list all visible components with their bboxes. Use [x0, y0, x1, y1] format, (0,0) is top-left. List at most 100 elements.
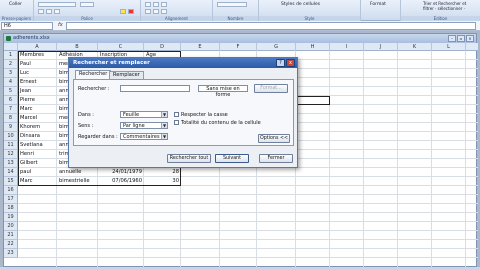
clipboard-group: Coller Presse-papiers [0, 0, 34, 21]
minimize-icon[interactable]: – [448, 35, 456, 42]
row-header-3[interactable]: 3 [4, 69, 18, 78]
row-header-13[interactable]: 13 [4, 159, 18, 168]
underline-icon[interactable] [54, 9, 60, 14]
row-header-4[interactable]: 4 [4, 78, 18, 87]
align-center-icon[interactable] [153, 9, 159, 14]
match-case-label: Respecter la casse [181, 112, 228, 118]
name-box[interactable]: H6 [1, 22, 53, 30]
column-header-m[interactable]: M [466, 43, 478, 51]
column-header-i[interactable]: I [330, 43, 364, 51]
format-button[interactable]: Format... [254, 84, 288, 93]
align-left-icon[interactable] [145, 9, 151, 14]
fill-color-icon[interactable] [120, 9, 126, 14]
row-header-11[interactable]: 11 [4, 141, 18, 150]
align-bottom-icon[interactable] [161, 2, 167, 7]
restore-icon[interactable]: ▫ [457, 35, 465, 42]
tab-find[interactable]: Rechercher [75, 70, 112, 79]
gridline [18, 248, 478, 249]
column-header-k[interactable]: K [398, 43, 432, 51]
close-button[interactable]: Fermer [259, 154, 293, 163]
match-case-checkbox[interactable] [174, 112, 179, 117]
chevron-down-icon[interactable]: ▼ [161, 112, 167, 117]
font-color-icon[interactable] [128, 9, 134, 14]
find-input[interactable] [120, 85, 190, 92]
row-header-15[interactable]: 15 [4, 177, 18, 186]
fx-icon[interactable]: fx [58, 22, 63, 28]
font-size-dropdown[interactable] [80, 2, 94, 7]
row-header-22[interactable]: 22 [4, 240, 18, 249]
editing-group: Trier et Rechercher et filtrer · sélecti… [401, 0, 480, 21]
row-header-1[interactable]: 1 [4, 51, 18, 60]
row-header-18[interactable]: 18 [4, 204, 18, 213]
column-header-c[interactable]: C [98, 43, 144, 51]
row-header-9[interactable]: 9 [4, 123, 18, 132]
column-header-l[interactable]: L [432, 43, 466, 51]
row-header-19[interactable]: 19 [4, 213, 18, 222]
lookin-select[interactable]: Commentaires ▼ [120, 133, 168, 140]
row-header-16[interactable]: 16 [4, 186, 18, 195]
column-header-a[interactable]: A [18, 43, 57, 51]
row-header-12[interactable]: 12 [4, 150, 18, 159]
find-next-button[interactable]: Suivant [215, 154, 249, 163]
alignment-group: Alignement [141, 0, 213, 21]
active-cell[interactable] [296, 96, 330, 105]
help-icon[interactable]: ? [276, 59, 285, 67]
find-select-button[interactable]: filtrer · sélectionner · [423, 6, 465, 11]
tab-replace[interactable]: Remplacer [109, 71, 144, 79]
gridline [18, 257, 478, 258]
align-right-icon[interactable] [161, 9, 167, 14]
formula-bar: H6 fx [0, 21, 480, 31]
close-icon[interactable]: × [466, 35, 474, 42]
row-header-20[interactable]: 20 [4, 222, 18, 231]
row-header-17[interactable]: 17 [4, 195, 18, 204]
row-header-2[interactable]: 2 [4, 60, 18, 69]
gridline [18, 221, 478, 222]
row-header-7[interactable]: 7 [4, 105, 18, 114]
gridline [18, 230, 478, 231]
gridline [397, 51, 398, 268]
match-entire-checkbox[interactable] [174, 120, 179, 125]
column-header-d[interactable]: D [144, 43, 181, 51]
chevron-down-icon[interactable]: ▼ [161, 123, 167, 128]
format-button[interactable]: Format [370, 2, 386, 7]
number-group: Nombre [213, 0, 259, 21]
italic-icon[interactable] [46, 9, 52, 14]
row-header-21[interactable]: 21 [4, 231, 18, 240]
align-middle-icon[interactable] [153, 2, 159, 7]
search-select[interactable]: Par ligne ▼ [120, 122, 168, 129]
column-header-e[interactable]: E [181, 43, 220, 51]
paste-button-label[interactable]: Coller [9, 2, 22, 7]
within-select[interactable]: Feuille ▼ [120, 111, 168, 118]
font-name-dropdown[interactable] [38, 2, 76, 7]
row-header-10[interactable]: 10 [4, 132, 18, 141]
match-entire-label: Totalité du contenu de la cellule [181, 120, 261, 126]
close-icon[interactable]: x [286, 59, 295, 67]
within-label: Dans : [78, 112, 94, 118]
row-header-5[interactable]: 5 [4, 87, 18, 96]
options-button[interactable]: Options << [258, 134, 290, 143]
column-header-b[interactable]: B [57, 43, 98, 51]
find-replace-dialog: Rechercher et remplacer ? x Rechercher R… [68, 57, 298, 168]
formula-input[interactable] [66, 22, 476, 30]
styles-group: Styles de cellules Style [259, 0, 361, 21]
row-header-8[interactable]: 8 [4, 114, 18, 123]
align-top-icon[interactable] [145, 2, 151, 7]
row-header-23[interactable]: 23 [4, 249, 18, 258]
select-all-corner[interactable] [4, 43, 18, 51]
cell-styles-button[interactable]: Styles de cellules [281, 2, 320, 7]
chevron-down-icon[interactable]: ▼ [161, 134, 167, 139]
excel-icon [6, 36, 11, 41]
number-format-dropdown[interactable] [217, 2, 247, 7]
gridline [18, 212, 478, 213]
bold-icon[interactable] [38, 9, 44, 14]
column-header-j[interactable]: J [364, 43, 398, 51]
column-header-f[interactable]: F [220, 43, 257, 51]
gridline [18, 203, 478, 204]
find-all-button[interactable]: Rechercher tout [167, 154, 211, 163]
workbook-title: adherents.xlsx [4, 34, 476, 43]
row-header-6[interactable]: 6 [4, 96, 18, 105]
column-header-h[interactable]: H [296, 43, 330, 51]
column-header-g[interactable]: G [257, 43, 296, 51]
row-header-14[interactable]: 14 [4, 168, 18, 177]
gridline [431, 51, 432, 268]
